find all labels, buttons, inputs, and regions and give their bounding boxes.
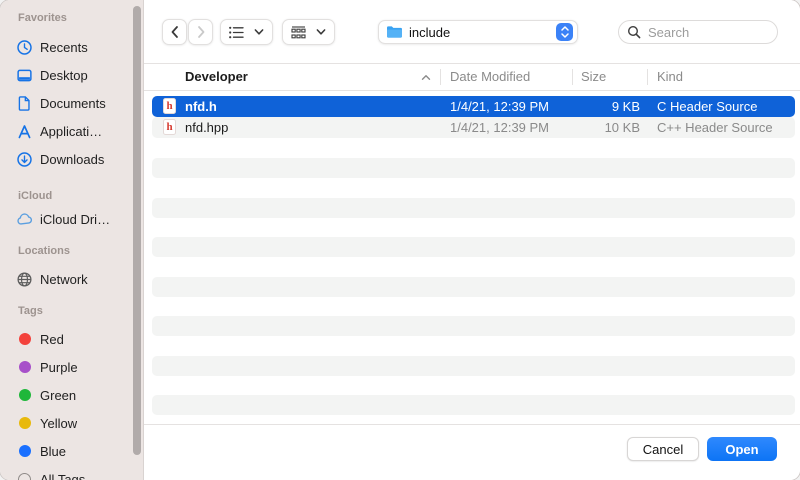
sidebar-section-title-tags: Tags — [18, 305, 43, 317]
folder-dropdown-value: include — [409, 25, 556, 40]
appstore-icon — [16, 123, 33, 140]
column-divider[interactable] — [440, 69, 441, 85]
sidebar-section-title-favorites: Favorites — [18, 12, 67, 24]
content-area: include Developer Date Modified — [144, 0, 800, 480]
list-icon — [229, 26, 244, 39]
file-row[interactable]: h nfd.hpp 1/4/21, 12:39 PM 10 KB C++ Hea… — [152, 117, 795, 138]
back-button[interactable] — [162, 19, 187, 45]
chevron-down-icon — [316, 28, 326, 36]
sidebar-item-desktop[interactable]: Desktop — [14, 63, 134, 87]
tag-dot-green — [16, 387, 33, 404]
sidebar-item-label: Applicati… — [40, 124, 102, 139]
file-name: nfd.hpp — [185, 117, 228, 138]
sidebar-item-tag-green[interactable]: Green — [14, 383, 134, 407]
chevron-down-icon — [254, 28, 264, 36]
file-date: 1/4/21, 12:39 PM — [450, 96, 549, 117]
sidebar-item-all-tags[interactable]: All Tags… — [14, 467, 134, 480]
sidebar-item-tag-yellow[interactable]: Yellow — [14, 411, 134, 435]
footer-divider — [144, 424, 800, 425]
empty-row-stripe — [152, 237, 795, 257]
column-header-size[interactable]: Size — [581, 69, 606, 84]
document-icon — [16, 95, 33, 112]
sidebar-scrollbar[interactable] — [133, 6, 141, 455]
sidebar-item-applications[interactable]: Applicati… — [14, 119, 134, 143]
cancel-button[interactable]: Cancel — [627, 437, 699, 461]
sidebar-item-label: iCloud Dri… — [40, 212, 110, 227]
globe-icon — [16, 271, 33, 288]
empty-row-stripe — [152, 316, 795, 336]
file-date: 1/4/21, 12:39 PM — [450, 117, 549, 138]
sidebar-item-label: Red — [40, 332, 64, 347]
empty-row-stripe — [152, 277, 795, 297]
tag-dot-purple — [16, 359, 33, 376]
sidebar-item-downloads[interactable]: Downloads — [14, 147, 134, 171]
column-header-date[interactable]: Date Modified — [450, 69, 530, 84]
sidebar-item-label: Recents — [40, 40, 88, 55]
empty-row-stripe — [152, 158, 795, 178]
file-row-selected[interactable]: h nfd.h 1/4/21, 12:39 PM 9 KB C Header S… — [152, 96, 795, 117]
sort-ascending-icon — [421, 74, 431, 81]
file-size: 10 KB — [550, 117, 640, 138]
sidebar-item-label: Documents — [40, 96, 106, 111]
clock-icon — [16, 39, 33, 56]
download-circle-icon — [16, 151, 33, 168]
sidebar-item-label: All Tags… — [40, 472, 98, 480]
group-icon — [291, 26, 306, 39]
sidebar-item-tag-purple[interactable]: Purple — [14, 355, 134, 379]
folder-icon — [386, 25, 403, 39]
cloud-icon — [16, 211, 33, 228]
circle-outline-icon — [16, 471, 33, 480]
chevron-left-icon — [169, 25, 181, 39]
group-view-control[interactable] — [282, 19, 335, 45]
up-down-chevrons-icon — [560, 25, 570, 39]
sidebar-item-label: Purple — [40, 360, 78, 375]
tag-dot-blue — [16, 443, 33, 460]
sidebar-item-label: Desktop — [40, 68, 88, 83]
search-input[interactable] — [646, 24, 765, 41]
sidebar-section-title-locations: Locations — [18, 245, 70, 257]
sidebar-item-documents[interactable]: Documents — [14, 91, 134, 115]
sidebar-item-recents[interactable]: Recents — [14, 35, 134, 59]
column-divider[interactable] — [647, 69, 648, 85]
column-header-name[interactable]: Developer — [185, 69, 248, 84]
file-kind: C++ Header Source — [657, 117, 773, 138]
empty-row-stripe — [152, 356, 795, 376]
column-divider[interactable] — [572, 69, 573, 85]
sidebar-item-tag-blue[interactable]: Blue — [14, 439, 134, 463]
sidebar-item-icloud-drive[interactable]: iCloud Dri… — [14, 207, 134, 231]
sidebar-item-label: Network — [40, 272, 88, 287]
tag-dot-yellow — [16, 415, 33, 432]
empty-row-stripe — [152, 395, 795, 415]
sidebar: Favorites Recents Desktop Documents Appl… — [0, 0, 144, 480]
sidebar-item-label: Yellow — [40, 416, 77, 431]
desktop-icon — [16, 67, 33, 84]
sidebar-item-label: Green — [40, 388, 76, 403]
forward-button[interactable] — [188, 19, 213, 45]
cpp-header-file-icon: h — [163, 119, 176, 135]
file-kind: C Header Source — [657, 96, 757, 117]
column-header-kind[interactable]: Kind — [657, 69, 683, 84]
empty-row-stripe — [152, 198, 795, 218]
open-file-dialog: Favorites Recents Desktop Documents Appl… — [0, 0, 800, 480]
search-icon — [627, 25, 641, 39]
sidebar-item-tag-red[interactable]: Red — [14, 327, 134, 351]
stepper-control[interactable] — [556, 23, 573, 41]
list-view-control[interactable] — [220, 19, 273, 45]
file-size: 9 KB — [550, 96, 640, 117]
search-field[interactable] — [618, 20, 778, 44]
sidebar-item-label: Blue — [40, 444, 66, 459]
sidebar-item-network[interactable]: Network — [14, 267, 134, 291]
file-name: nfd.h — [185, 96, 217, 117]
c-header-file-icon: h — [163, 98, 176, 114]
folder-dropdown[interactable]: include — [378, 20, 578, 44]
sidebar-item-label: Downloads — [40, 152, 104, 167]
open-button[interactable]: Open — [707, 437, 777, 461]
sidebar-section-title-icloud: iCloud — [18, 190, 52, 202]
tag-dot-red — [16, 331, 33, 348]
column-header-row: Developer Date Modified Size Kind — [144, 64, 800, 91]
chevron-right-icon — [195, 25, 207, 39]
